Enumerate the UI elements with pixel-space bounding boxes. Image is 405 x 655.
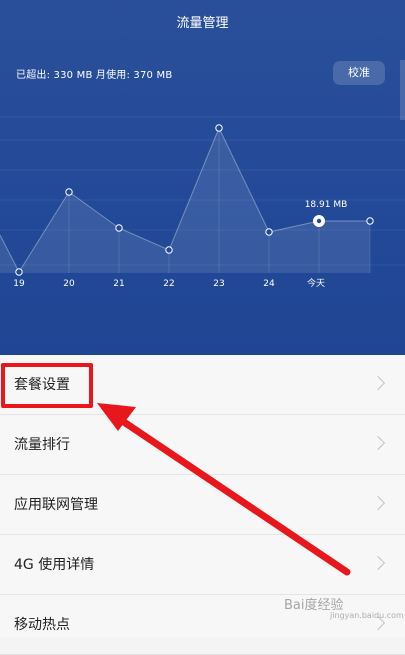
chart-point (165, 246, 173, 254)
chart-point (65, 188, 73, 196)
menu-item-4g-usage[interactable]: 4G 使用详情 (0, 535, 405, 595)
chart-point (15, 268, 23, 276)
menu-item-label: 4G 使用详情 (14, 557, 95, 573)
x-tick-label: 20 (63, 279, 75, 289)
chevron-right-icon (370, 555, 386, 571)
x-tick-label: 今天 (307, 277, 325, 289)
usage-summary: 已超出: 330 MB 月使用: 370 MB (16, 70, 173, 81)
menu-item-traffic-ranking[interactable]: 流量排行 (0, 415, 405, 475)
x-tick-label: 24 (263, 279, 275, 289)
x-tick-label: 23 (213, 279, 224, 289)
x-tick-label: 19 (13, 279, 25, 289)
chart-point-today-inner (316, 218, 322, 224)
menu-item-label: 流量排行 (14, 437, 70, 453)
chart-point (366, 217, 374, 225)
highlight-box (1, 363, 93, 408)
x-tick-label: 21 (113, 279, 124, 289)
menu-item-hotspot[interactable]: 移动热点 (0, 595, 405, 655)
chart-point (265, 228, 273, 236)
chart-point (115, 224, 123, 232)
traffic-header-panel: 流量管理 已超出: 330 MB 月使用: 370 MB 校准 18.91 MB… (0, 0, 405, 355)
calibrate-button[interactable]: 校准 (333, 61, 385, 85)
menu-item-label: 应用联网管理 (14, 497, 98, 513)
chart-point-label: 18.91 MB (305, 200, 348, 210)
menu-item-app-network[interactable]: 应用联网管理 (0, 475, 405, 535)
chevron-right-icon (370, 495, 386, 511)
chevron-right-icon (370, 375, 386, 391)
page-title: 流量管理 (176, 16, 229, 31)
watermark-sub: jingyan.baidu.com (330, 611, 404, 620)
menu-item-label: 移动热点 (14, 617, 70, 633)
chart-x-ticks: 19 20 21 22 23 24 今天 (13, 277, 325, 289)
daily-usage-chart: 18.91 MB 19 20 21 22 23 24 今天 (0, 116, 405, 289)
chevron-right-icon (370, 435, 386, 451)
chart-point (215, 124, 223, 132)
x-tick-label: 22 (163, 279, 174, 289)
